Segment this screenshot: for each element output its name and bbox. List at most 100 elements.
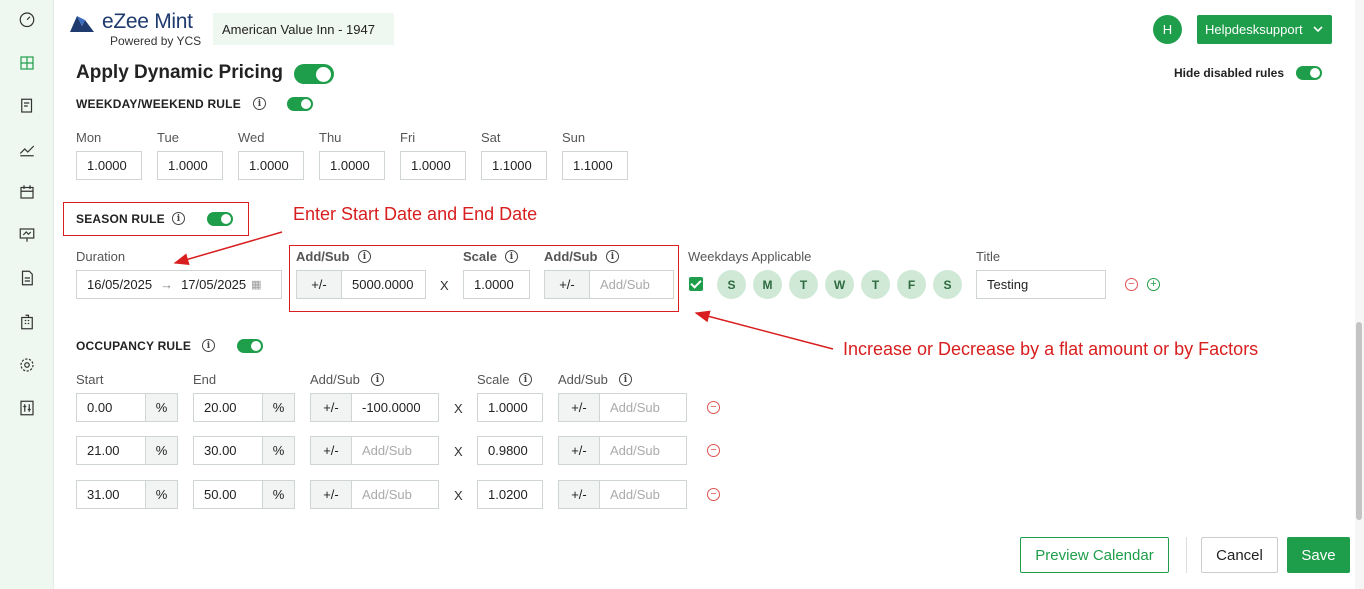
remove-season-icon[interactable]: −	[1125, 278, 1138, 291]
multiply-sign: X	[454, 488, 463, 503]
percent-suffix: %	[262, 393, 295, 422]
occ-addsub-input[interactable]: Add/Sub	[351, 480, 439, 509]
preview-calendar-button[interactable]: Preview Calendar	[1020, 537, 1169, 573]
info-icon[interactable]: i	[619, 373, 632, 386]
season-addsub-input[interactable]: 5000.0000	[341, 270, 426, 299]
divider	[1186, 537, 1187, 573]
day-toggle-mon[interactable]: M	[753, 270, 782, 299]
col-end-label: End	[193, 372, 217, 387]
day-toggle-wed[interactable]: W	[825, 270, 854, 299]
trend-icon[interactable]	[15, 137, 39, 161]
calendar-icon: ▦	[251, 279, 262, 291]
weekday-input-fri[interactable]: 1.0000	[400, 151, 466, 180]
weekday-rule-toggle[interactable]	[287, 97, 313, 111]
multiply-sign: X	[454, 401, 463, 416]
info-icon[interactable]: i	[172, 212, 185, 225]
season-scale-input[interactable]: 1.0000	[463, 270, 530, 299]
occ-sign-button[interactable]: +/-	[310, 393, 352, 422]
info-icon[interactable]: i	[253, 97, 266, 110]
add-season-icon[interactable]: +	[1147, 278, 1160, 291]
occ-addsub2-input[interactable]: Add/Sub	[599, 436, 687, 465]
building-icon[interactable]	[15, 310, 39, 334]
cancel-button[interactable]: Cancel	[1201, 537, 1278, 573]
day-toggle-tue[interactable]: T	[789, 270, 818, 299]
weekdays-checkbox[interactable]	[689, 277, 703, 291]
occ-sign2-button[interactable]: +/-	[558, 480, 600, 509]
weekday-label-mon: Mon	[76, 130, 102, 145]
col-addsub-label: Add/Sub	[310, 372, 360, 387]
season-addsub2-input[interactable]: Add/Sub	[589, 270, 674, 299]
season-sign2-button[interactable]: +/-	[544, 270, 590, 299]
info-icon[interactable]: i	[202, 339, 215, 352]
occ-addsub2-input[interactable]: Add/Sub	[599, 393, 687, 422]
weekday-input-mon[interactable]: 1.0000	[76, 151, 142, 180]
occ-addsub-input[interactable]: Add/Sub	[351, 436, 439, 465]
rate-grid-icon[interactable]	[15, 51, 39, 75]
occ-start-input[interactable]: 0.00	[76, 393, 146, 422]
percent-suffix: %	[262, 436, 295, 465]
sidebar	[0, 0, 54, 589]
occ-scale-input[interactable]: 1.0200	[477, 480, 543, 509]
occ-end-input[interactable]: 30.00	[193, 436, 263, 465]
sliders-icon[interactable]	[15, 396, 39, 420]
occ-sign2-button[interactable]: +/-	[558, 436, 600, 465]
report-icon[interactable]	[15, 94, 39, 118]
info-icon[interactable]: i	[358, 250, 371, 263]
occupancy-rule-toggle[interactable]	[237, 339, 263, 353]
dashboard-icon[interactable]	[15, 7, 39, 31]
hide-disabled-toggle[interactable]	[1296, 66, 1322, 80]
avatar[interactable]: H	[1153, 15, 1182, 44]
season-addsub-label: Add/Sub	[296, 249, 350, 264]
occ-addsub-input[interactable]: -100.0000	[351, 393, 439, 422]
document-icon[interactable]	[15, 266, 39, 290]
occ-end-input[interactable]: 20.00	[193, 393, 263, 422]
dynamic-pricing-toggle[interactable]	[294, 64, 334, 84]
season-addsub2-label: Add/Sub	[544, 249, 598, 264]
weekday-input-wed[interactable]: 1.0000	[238, 151, 304, 180]
occ-sign-button[interactable]: +/-	[310, 480, 352, 509]
season-rule-toggle[interactable]	[207, 212, 233, 226]
occ-sign-button[interactable]: +/-	[310, 436, 352, 465]
calendar-icon[interactable]	[15, 180, 39, 204]
scrollbar-thumb[interactable]	[1356, 322, 1362, 520]
info-icon[interactable]: i	[519, 373, 532, 386]
occ-sign2-button[interactable]: +/-	[558, 393, 600, 422]
weekday-input-sun[interactable]: 1.1000	[562, 151, 628, 180]
season-sign-button[interactable]: +/-	[296, 270, 342, 299]
day-toggle-thu[interactable]: T	[861, 270, 890, 299]
weekday-input-sat[interactable]: 1.1000	[481, 151, 547, 180]
info-icon[interactable]: i	[505, 250, 518, 263]
presentation-icon[interactable]	[15, 223, 39, 247]
duration-label: Duration	[76, 249, 126, 264]
occ-start-input[interactable]: 31.00	[76, 480, 146, 509]
info-icon[interactable]: i	[371, 373, 384, 386]
end-date: 17/05/2025	[181, 277, 247, 292]
percent-suffix: %	[145, 436, 178, 465]
occ-scale-input[interactable]: 1.0000	[477, 393, 543, 422]
occupancy-rule-heading: OCCUPANCY RULE	[76, 339, 192, 353]
remove-row-icon[interactable]: −	[707, 488, 720, 501]
day-toggle-fri[interactable]: F	[897, 270, 926, 299]
info-icon[interactable]: i	[606, 250, 619, 263]
day-toggle-sun[interactable]: S	[717, 270, 746, 299]
arrow-to-factors	[694, 310, 834, 350]
title-input[interactable]: Testing	[976, 270, 1106, 299]
occ-end-input[interactable]: 50.00	[193, 480, 263, 509]
weekday-input-thu[interactable]: 1.0000	[319, 151, 385, 180]
date-range-input[interactable]: 16/05/2025 → 17/05/2025 ▦	[76, 270, 282, 299]
gear-icon[interactable]	[15, 353, 39, 377]
percent-suffix: %	[145, 480, 178, 509]
col-addsub2-label: Add/Sub	[558, 372, 608, 387]
user-menu-button[interactable]: Helpdesksupport	[1197, 15, 1332, 44]
remove-row-icon[interactable]: −	[707, 444, 720, 457]
occ-addsub2-input[interactable]: Add/Sub	[599, 480, 687, 509]
day-toggle-sat[interactable]: S	[933, 270, 962, 299]
occ-start-input[interactable]: 21.00	[76, 436, 146, 465]
save-button[interactable]: Save	[1287, 537, 1350, 573]
occ-scale-input[interactable]: 0.9800	[477, 436, 543, 465]
property-selector[interactable]: American Value Inn - 1947	[213, 13, 394, 45]
remove-row-icon[interactable]: −	[707, 401, 720, 414]
weekday-input-tue[interactable]: 1.0000	[157, 151, 223, 180]
annotation-factors: Increase or Decrease by a flat amount or…	[843, 339, 1259, 359]
multiply-sign: X	[454, 444, 463, 459]
